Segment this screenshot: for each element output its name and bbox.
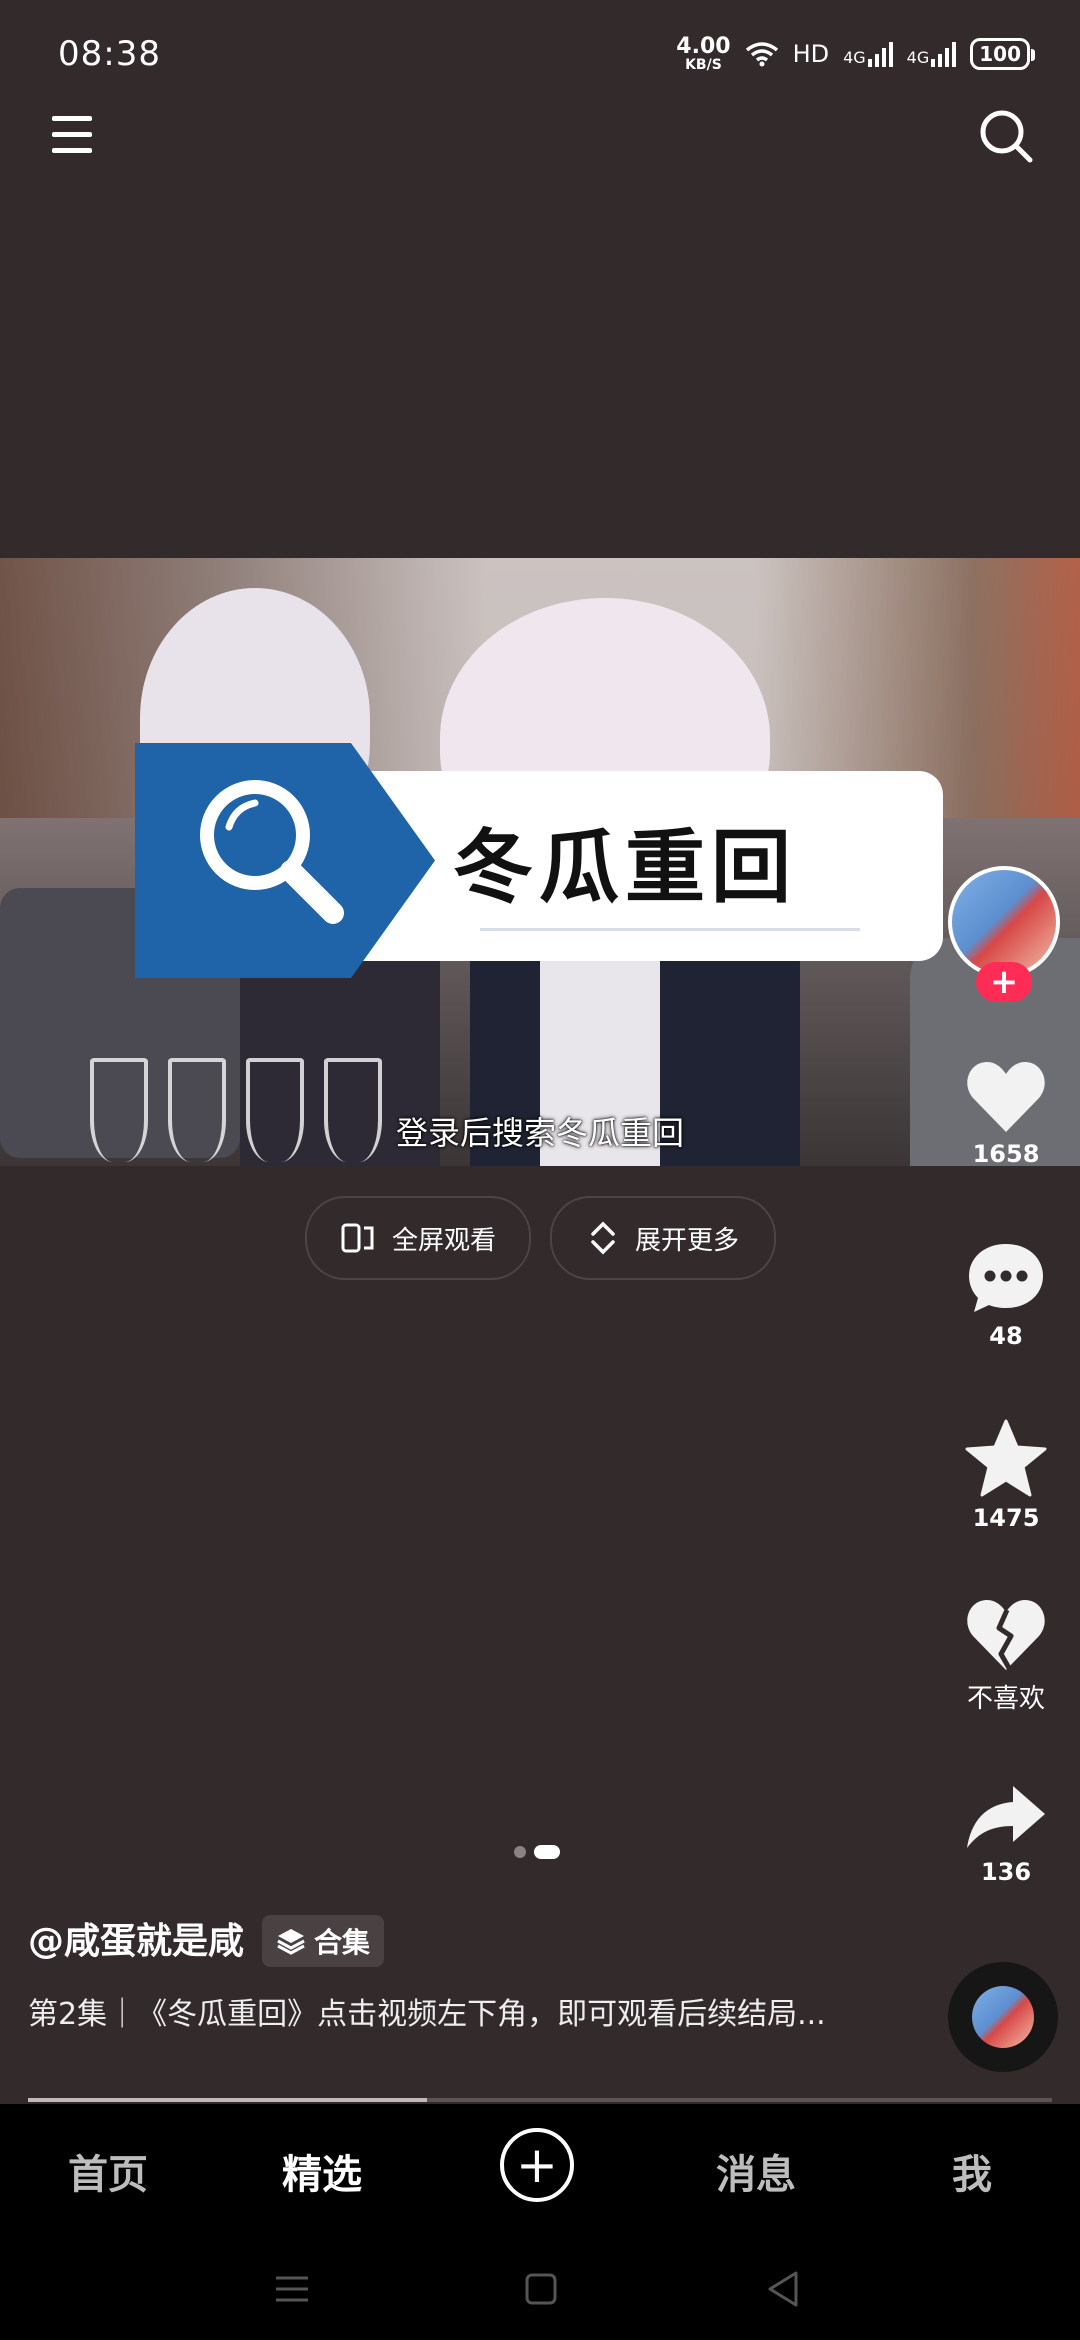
nav-me[interactable]: 我 bbox=[952, 2142, 992, 2200]
page-dot-active bbox=[534, 1845, 560, 1859]
share-button[interactable]: 136 bbox=[932, 1782, 1080, 1886]
recents-menu-icon[interactable] bbox=[274, 2274, 310, 2304]
dislike-label: 不喜欢 bbox=[966, 1684, 1045, 1714]
page-dot bbox=[514, 1846, 526, 1858]
net-speed: 4.00 KB/S bbox=[676, 34, 731, 73]
video-player[interactable]: 冬瓜重回 登录后搜索冬瓜重回 bbox=[0, 558, 1080, 1166]
video-subtitle: 登录后搜索冬瓜重回 bbox=[395, 1114, 684, 1152]
music-disc[interactable] bbox=[948, 1962, 1058, 2072]
signal-bars-icon bbox=[867, 41, 893, 67]
broken-heart-icon bbox=[967, 1600, 1045, 1670]
heart-icon bbox=[967, 1062, 1045, 1132]
signal-1-label: 4G bbox=[843, 48, 866, 67]
collection-tag-label: 合集 bbox=[314, 1926, 371, 1959]
signal-1: 4G bbox=[843, 41, 893, 67]
signal-2: 4G bbox=[907, 41, 957, 67]
plus-icon: + bbox=[516, 2136, 558, 2194]
search-icon bbox=[980, 110, 1033, 163]
favorite-button[interactable]: 1475 bbox=[932, 1418, 1080, 1532]
comment-button[interactable]: 48 bbox=[932, 1240, 1080, 1350]
bottom-nav: 首页 精选 + 消息 我 bbox=[0, 2104, 1080, 2234]
system-nav-bar bbox=[0, 2234, 1080, 2340]
search-button[interactable] bbox=[978, 108, 1034, 164]
video-progress-fill bbox=[28, 2098, 428, 2102]
favorite-count: 1475 bbox=[972, 1504, 1040, 1532]
music-cover bbox=[972, 1986, 1034, 2048]
expand-more-button[interactable]: 展开更多 bbox=[550, 1196, 776, 1280]
star-icon bbox=[965, 1419, 1047, 1497]
menu-icon bbox=[52, 132, 92, 137]
page-indicator bbox=[514, 1845, 560, 1859]
status-icons: 4.00 KB/S HD 4G 4G 100 bbox=[676, 34, 1035, 73]
fullscreen-label: 全屏观看 bbox=[391, 1225, 496, 1256]
like-count: 1658 bbox=[972, 1140, 1040, 1168]
nav-featured[interactable]: 精选 bbox=[282, 2142, 362, 2200]
like-button[interactable]: 1658 bbox=[932, 1060, 1080, 1168]
comment-icon bbox=[969, 1244, 1043, 1312]
share-icon bbox=[967, 1786, 1045, 1848]
author-name[interactable]: @咸蛋就是咸 bbox=[28, 1912, 244, 1964]
signal-2-label: 4G bbox=[906, 48, 930, 67]
menu-icon bbox=[52, 148, 92, 153]
create-button[interactable]: + bbox=[500, 2128, 574, 2202]
hd-indicator: HD bbox=[792, 40, 830, 68]
net-speed-value: 4.00 bbox=[676, 34, 731, 59]
fullscreen-icon bbox=[341, 1223, 374, 1253]
expand-label: 展开更多 bbox=[634, 1225, 739, 1256]
comment-count: 48 bbox=[989, 1322, 1023, 1350]
wifi-icon bbox=[745, 42, 778, 67]
magnifier-icon bbox=[200, 780, 344, 924]
banner-title: 冬瓜重回 bbox=[453, 820, 797, 914]
back-triangle-icon[interactable] bbox=[766, 2270, 800, 2308]
home-square-icon[interactable] bbox=[524, 2272, 558, 2306]
share-count: 136 bbox=[980, 1858, 1032, 1886]
menu-button[interactable] bbox=[48, 112, 98, 162]
search-banner: 冬瓜重回 bbox=[135, 743, 943, 978]
video-progress-bar[interactable] bbox=[28, 2098, 1052, 2102]
nav-messages[interactable]: 消息 bbox=[716, 2142, 796, 2200]
menu-icon bbox=[52, 116, 92, 121]
expand-icon bbox=[591, 1221, 615, 1255]
layers-icon bbox=[277, 1929, 305, 1955]
author-avatar-block[interactable]: + bbox=[948, 866, 1066, 1006]
dislike-button[interactable]: 不喜欢 bbox=[932, 1598, 1080, 1715]
video-description[interactable]: 第2集｜《冬瓜重回》点击视频左下角，即可观看后续结局... bbox=[28, 1988, 828, 2042]
follow-button[interactable]: + bbox=[976, 962, 1032, 1002]
fullscreen-button[interactable]: 全屏观看 bbox=[305, 1196, 531, 1280]
status-time: 08:38 bbox=[58, 34, 161, 74]
signal-bars-icon bbox=[931, 41, 957, 67]
battery-indicator: 100 bbox=[970, 38, 1035, 70]
nav-home[interactable]: 首页 bbox=[68, 2142, 148, 2200]
net-speed-unit: KB/S bbox=[685, 57, 722, 73]
collection-tag[interactable]: 合集 bbox=[262, 1915, 385, 1967]
plus-icon: + bbox=[989, 962, 1019, 1002]
